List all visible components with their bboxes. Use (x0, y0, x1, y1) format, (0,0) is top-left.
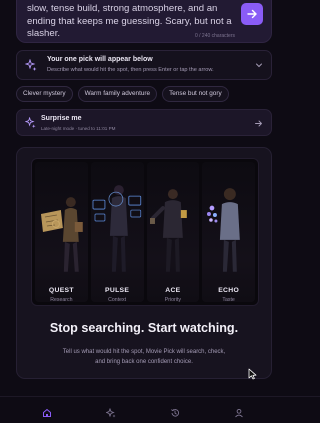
pick-subtitle: Describe what would hit the spot, then p… (47, 67, 214, 73)
agent-lineup: QUEST Research PULSE Context ACE Priorit… (31, 158, 259, 306)
bottom-nav (0, 396, 320, 421)
char-count: 0 / 240 characters (194, 33, 235, 39)
nav-history[interactable] (170, 405, 180, 417)
agent-name: PULSE (105, 287, 130, 294)
agent-name: ACE (165, 287, 181, 294)
hero-headline: Stop searching. Start watching. (49, 321, 239, 335)
nav-home[interactable] (42, 405, 52, 417)
chevron-down-icon[interactable] (255, 61, 263, 69)
agent-name: ECHO (218, 287, 240, 294)
agent-name: QUEST (48, 287, 74, 294)
profile-icon (235, 408, 243, 418)
sparkle-icon (105, 407, 116, 418)
echo-character-illustration (207, 188, 241, 272)
chip-clever-mystery[interactable]: Clever mystery (16, 86, 73, 102)
agent-role: Taste (222, 297, 235, 302)
sparkle-icon (25, 59, 37, 71)
pick-title: Your one pick will appear below (47, 56, 153, 63)
agent-role: Context (108, 297, 127, 302)
surprise-me-button[interactable]: Surprise me Late-night mode · tuned to 1… (16, 109, 272, 136)
pulse-character-illustration (92, 185, 141, 272)
nav-discover[interactable] (105, 405, 116, 418)
agent-role: Research (50, 297, 73, 302)
suggestion-chips: Clever mystery Warm family adventure Ten… (16, 86, 229, 102)
sparkle-icon (25, 117, 36, 128)
arrow-right-icon (255, 120, 262, 127)
hero-card: QUEST Research PULSE Context ACE Priorit… (16, 147, 272, 379)
agent-pulse: PULSE Context (90, 162, 144, 302)
chip-tense-not-gory[interactable]: Tense but not gory (162, 86, 229, 102)
home-icon (43, 408, 51, 417)
mouse-cursor-icon (248, 368, 257, 380)
surprise-subtitle: Late-night mode · tuned to 11:01 PM (41, 126, 116, 131)
agent-role: Priority (164, 297, 181, 302)
send-button[interactable] (241, 3, 263, 25)
nav-profile[interactable] (234, 405, 244, 418)
arrow-right-icon (247, 9, 257, 19)
hero-body: Tell us what would hit the spot, Movie P… (62, 349, 226, 365)
app-screen: slow, tense build, strong atmosphere, an… (0, 0, 320, 421)
history-icon (171, 409, 180, 417)
agent-ace: ACE Priority (146, 162, 200, 302)
ace-character-illustration (149, 189, 187, 272)
prompt-input[interactable]: slow, tense build, strong atmosphere, an… (16, 0, 272, 43)
surprise-title: Surprise me (41, 115, 82, 122)
agent-quest: QUEST Research (35, 162, 88, 302)
chip-warm-family-adventure[interactable]: Warm family adventure (77, 86, 158, 102)
agent-echo: ECHO Taste (202, 162, 255, 302)
quest-character-illustration (40, 197, 83, 272)
pick-panel[interactable]: Your one pick will appear below Describe… (16, 50, 272, 80)
